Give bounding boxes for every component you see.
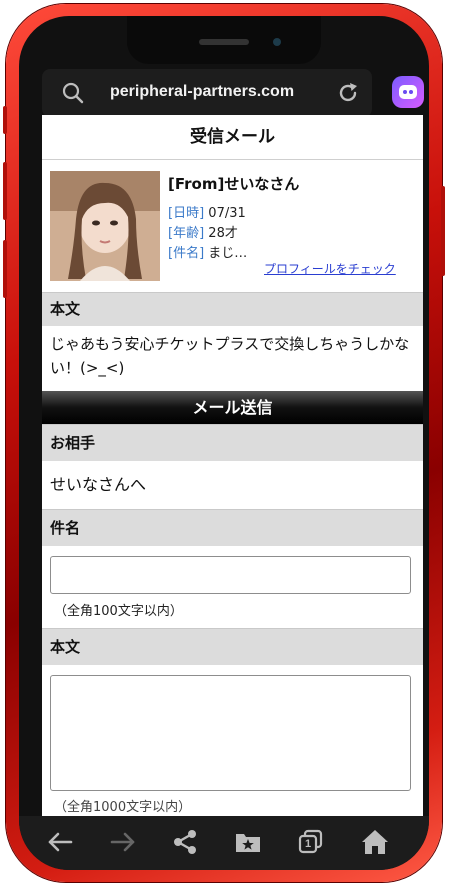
silent-switch: [3, 106, 7, 134]
subject-label: [件名]: [168, 246, 205, 261]
sender-name: [From]せいなさん: [168, 175, 300, 193]
home-icon[interactable]: [359, 826, 391, 858]
subject-input[interactable]: [50, 556, 411, 594]
search-icon: [62, 82, 84, 104]
tabs-button[interactable]: 1: [295, 826, 327, 858]
subject-header: 件名: [42, 509, 423, 546]
subject-hint: （全角100文字以内）: [54, 604, 183, 619]
message-body: じゃあもう安心チケットプラスで交換しちゃうしかない！(>_<): [50, 335, 410, 377]
volume-up-button: [3, 162, 7, 220]
web-content: 受信メール [From]せいなさん [日時] 07/31 [年齢] 28才 [件…: [42, 115, 423, 816]
forward-arrow-icon[interactable]: [107, 826, 139, 858]
power-button: [441, 186, 445, 276]
back-arrow-icon[interactable]: [44, 826, 76, 858]
profile-link[interactable]: プロフィールをチェック: [264, 260, 396, 277]
sender-avatar[interactable]: [50, 171, 160, 281]
age-row: [年齢] 28才: [168, 222, 238, 241]
body-hint: （全角1000文字以内）: [54, 800, 192, 815]
assistant-button[interactable]: [392, 76, 424, 108]
browser-bottom-bar: 1: [19, 816, 429, 870]
date-value: 07/31: [208, 206, 246, 221]
notch: [127, 16, 321, 64]
recipient-header: お相手: [42, 424, 423, 461]
volume-down-button: [3, 240, 7, 298]
body-textarea[interactable]: [50, 675, 411, 791]
subject-value: まじ…: [208, 246, 248, 261]
reload-icon[interactable]: [336, 81, 360, 105]
age-value: 28才: [208, 226, 238, 241]
compose-body-header: 本文: [42, 628, 423, 665]
address-bar[interactable]: peripheral-partners.com: [42, 69, 372, 117]
share-icon[interactable]: [169, 826, 201, 858]
subject-row: [件名] まじ…: [168, 242, 247, 261]
bookmark-folder-icon[interactable]: [232, 826, 264, 858]
age-label: [年齢]: [168, 226, 205, 241]
speaker-grille: [199, 39, 249, 45]
date-label: [日時]: [168, 206, 205, 221]
phone-display: peripheral-partners.com 受信メール [From]せいなさ…: [19, 16, 429, 870]
recipient-value: せいなさんへ: [50, 475, 147, 494]
tab-count: 1: [304, 838, 312, 850]
url-text: peripheral-partners.com: [110, 83, 295, 100]
received-message-card: [From]せいなさん [日時] 07/31 [年齢] 28才 [件名] まじ……: [42, 160, 423, 292]
phone-frame: peripheral-partners.com 受信メール [From]せいなさ…: [3, 4, 445, 882]
date-row: [日時] 07/31: [168, 202, 246, 221]
robot-icon: [399, 85, 417, 99]
front-camera: [273, 38, 281, 46]
avatar-photo: [50, 171, 160, 281]
body-header: 本文: [42, 292, 423, 326]
send-mail-header: メール送信: [42, 391, 423, 424]
page-title: 受信メール: [42, 115, 423, 160]
